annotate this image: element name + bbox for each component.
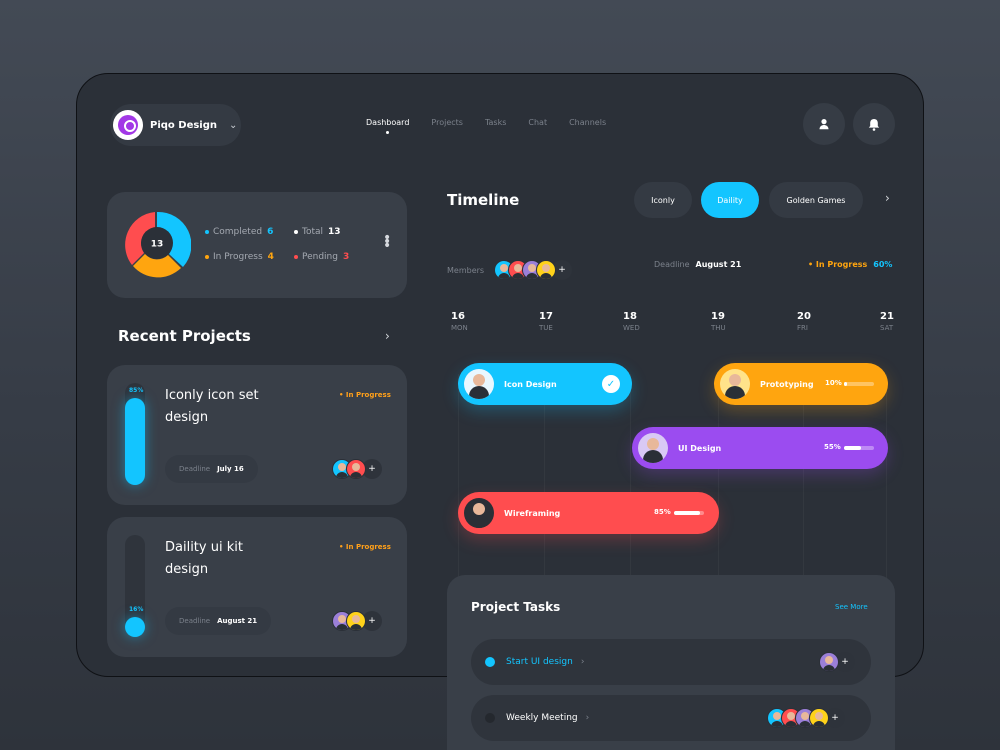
chevron-right-icon[interactable]: › — [385, 329, 390, 343]
task-progress — [844, 382, 874, 386]
avatar — [464, 498, 494, 528]
avatar — [536, 260, 557, 280]
legend-total: Total 13 — [294, 227, 341, 237]
legend-completed: Completed 6 — [205, 227, 273, 237]
project-progress-bar — [125, 383, 145, 485]
chevron-down-icon: ⌄ — [229, 119, 238, 131]
day-column-header: 18 WED — [623, 311, 640, 332]
nav-tasks[interactable]: Tasks — [485, 118, 506, 127]
project-title: Daility ui kit design — [165, 540, 243, 577]
more-options-icon[interactable]: • • • — [383, 231, 391, 253]
progress-label: 16% — [129, 606, 144, 613]
avatar — [720, 369, 750, 399]
timeline-task-icon-design[interactable]: Icon Design ✓ — [458, 363, 632, 405]
status-dot — [485, 713, 495, 723]
project-card[interactable]: 16% Daility ui kit design • In Progress … — [107, 517, 407, 657]
timeline-task-ui-design[interactable]: UI Design 55% — [632, 427, 888, 469]
bell-icon — [868, 118, 880, 131]
project-tasks-panel: Project Tasks See More Start UI design ›… — [447, 575, 895, 750]
deadline-pill: Deadline July 16 — [165, 455, 258, 483]
timeline-title: Timeline — [447, 191, 520, 209]
task-row[interactable]: Weekly Meeting › + — [471, 695, 871, 741]
status-dot — [485, 657, 495, 667]
members-row: Members + — [447, 260, 573, 280]
status-donut-chart: 13 — [125, 211, 191, 278]
member-avatars: + — [767, 708, 845, 728]
workspace-name: Piqo Design — [150, 119, 218, 131]
check-icon: ✓ — [602, 375, 620, 393]
nav-dashboard[interactable]: Dashboard — [366, 118, 409, 134]
profile-button[interactable] — [803, 103, 845, 145]
day-column-header: 20 FRI — [797, 311, 811, 332]
avatar — [638, 433, 668, 463]
day-column-header: 19 THU — [711, 311, 726, 332]
nav-chat[interactable]: Chat — [528, 118, 547, 127]
member-avatars: + — [332, 459, 382, 479]
task-progress — [844, 446, 874, 450]
chevron-right-icon: › — [585, 713, 590, 723]
day-column-header: 17 TUE — [539, 311, 553, 332]
avatar — [346, 459, 366, 479]
task-row[interactable]: Start UI design › + — [471, 639, 871, 685]
brand-logo — [113, 110, 143, 140]
progress-label: 85% — [129, 387, 144, 395]
chevron-right-icon: › — [580, 657, 585, 667]
recent-projects-title: Recent Projects — [118, 327, 251, 345]
member-avatars: + — [494, 260, 573, 280]
tab-iconly[interactable]: Iconly — [634, 182, 692, 218]
nav-channels[interactable]: Channels — [569, 118, 606, 127]
day-column-header: 21 SAT — [880, 311, 894, 332]
avatar — [464, 369, 494, 399]
legend-in-progress: In Progress 4 — [205, 252, 274, 262]
user-icon — [819, 119, 829, 130]
status-badge: • In Progress — [339, 391, 391, 399]
top-nav: Dashboard Projects Tasks Chat Channels — [366, 118, 628, 134]
notifications-button[interactable] — [853, 103, 895, 145]
member-avatars: + — [332, 611, 382, 631]
progress-fill — [125, 617, 145, 637]
member-avatars: + — [819, 652, 855, 672]
avatar — [346, 611, 366, 631]
donut-center-value: 13 — [151, 240, 164, 250]
chevron-right-icon[interactable]: › — [885, 191, 890, 205]
timeline-task-prototyping[interactable]: Prototyping 10% — [714, 363, 888, 405]
avatar — [809, 708, 829, 728]
timeline-status: • In Progress 60% — [808, 260, 893, 269]
avatar — [819, 652, 839, 672]
deadline-pill: Deadline August 21 — [165, 607, 272, 635]
status-badge: • In Progress — [339, 543, 391, 551]
legend-pending: Pending 3 — [294, 252, 349, 262]
task-progress — [674, 511, 704, 515]
tab-daility[interactable]: Daility — [701, 182, 759, 218]
day-column-header: 16 MON — [451, 311, 468, 332]
workspace-switcher[interactable]: Piqo Design ⌄ — [110, 104, 241, 146]
project-progress-bar — [125, 535, 145, 637]
tab-golden-games[interactable]: Golden Games — [769, 182, 863, 218]
timeline-task-wireframing[interactable]: Wireframing 85% — [458, 492, 719, 534]
progress-fill — [125, 398, 145, 485]
nav-projects[interactable]: Projects — [431, 118, 463, 127]
timeline-deadline: Deadline August 21 — [654, 260, 742, 269]
project-tasks-title: Project Tasks — [471, 600, 561, 614]
project-stats-card: 13 Completed 6 Total 13 In Progress 4 Pe… — [107, 192, 407, 298]
project-title: Iconly icon set design — [165, 388, 259, 425]
project-card[interactable]: 85% Iconly icon set design • In Progress… — [107, 365, 407, 505]
see-more-link[interactable]: See More — [835, 603, 868, 611]
